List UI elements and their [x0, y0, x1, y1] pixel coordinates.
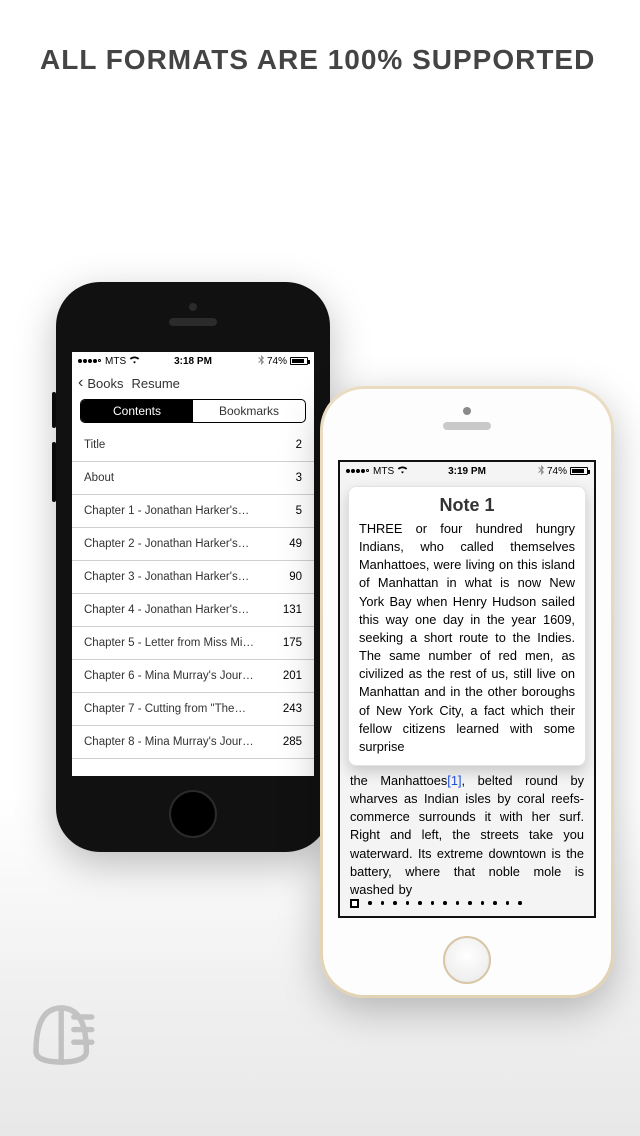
bluetooth-icon — [258, 355, 264, 368]
device-earpiece — [443, 422, 491, 430]
device-earpiece — [169, 318, 217, 326]
device-camera — [463, 407, 471, 415]
clock-label: 3:19 PM — [448, 466, 486, 477]
toc-row[interactable]: Chapter 2 - Jonathan Harker's… 49 — [72, 528, 314, 561]
page-dot — [381, 901, 385, 905]
tab-bookmarks[interactable]: Bookmarks — [193, 400, 305, 422]
page-current-icon — [350, 899, 359, 908]
toc-label: Chapter 8 - Mina Murray's Jour… — [84, 736, 254, 748]
toc-page: 3 — [274, 472, 302, 484]
status-bar: MTS 3:19 PM 74% — [340, 462, 594, 480]
carrier-label: MTS — [373, 466, 394, 477]
toc-row[interactable]: Title 2 — [72, 429, 314, 462]
battery-percent: 74% — [267, 356, 287, 367]
status-bar: MTS 3:18 PM 74% — [72, 352, 314, 370]
table-of-contents: Title 2 About 3 Chapter 1 - Jonathan Harker'… — [72, 429, 314, 759]
toc-label: About — [84, 472, 114, 484]
battery-percent: 74% — [547, 466, 567, 477]
toc-row[interactable]: Chapter 6 - Mina Murray's Jour… 201 — [72, 660, 314, 693]
page-dot — [418, 901, 422, 905]
page-dot — [406, 901, 410, 905]
toc-page: 90 — [274, 571, 302, 583]
battery-icon — [290, 357, 308, 365]
toc-row[interactable]: About 3 — [72, 462, 314, 495]
toc-label: Chapter 4 - Jonathan Harker's… — [84, 604, 249, 616]
back-button[interactable]: Books — [87, 376, 123, 391]
toc-page: 49 — [274, 538, 302, 550]
toc-row[interactable]: Chapter 7 - Cutting from "The… 243 — [72, 693, 314, 726]
toc-row[interactable]: Chapter 3 - Jonathan Harker's… 90 — [72, 561, 314, 594]
segmented-control: Contents Bookmarks — [80, 399, 306, 423]
page-dot — [456, 901, 460, 905]
tab-contents[interactable]: Contents — [81, 400, 193, 422]
toc-label: Chapter 3 - Jonathan Harker's… — [84, 571, 249, 583]
toc-label: Title — [84, 439, 105, 451]
back-chevron-icon[interactable]: ‹ — [78, 375, 83, 391]
toc-page: 5 — [274, 505, 302, 517]
app-logo-icon — [18, 981, 108, 1076]
screen-a: MTS 3:18 PM 74% ‹ Books Resume Contents … — [72, 352, 314, 776]
phone-mockup-gold: MTS 3:19 PM 74% Note 1 THREE or four hun… — [320, 386, 614, 998]
home-button[interactable] — [443, 936, 491, 984]
toc-page: 243 — [274, 703, 302, 715]
signal-dots-icon — [346, 466, 370, 477]
toc-page: 2 — [274, 439, 302, 451]
toc-row[interactable]: Chapter 5 - Letter from Miss Mi… 175 — [72, 627, 314, 660]
toc-label: Chapter 2 - Jonathan Harker's… — [84, 538, 249, 550]
page-dot — [481, 901, 485, 905]
page-dot — [368, 901, 372, 905]
page-dot — [468, 901, 472, 905]
page-indicator[interactable] — [350, 896, 584, 910]
home-button[interactable] — [169, 790, 217, 838]
toc-row[interactable]: Chapter 8 - Mina Murray's Jour… 285 — [72, 726, 314, 759]
carrier-label: MTS — [105, 356, 126, 367]
page-dot — [431, 901, 435, 905]
clock-label: 3:18 PM — [174, 356, 212, 367]
toc-label: Chapter 7 - Cutting from "The… — [84, 703, 246, 715]
toc-page: 131 — [274, 604, 302, 616]
device-camera — [189, 303, 197, 311]
footnote-ref-link[interactable]: [1] — [447, 773, 461, 788]
toc-row[interactable]: Chapter 4 - Jonathan Harker's… 131 — [72, 594, 314, 627]
toc-label: Chapter 1 - Jonathan Harker's… — [84, 505, 249, 517]
marketing-headline: ALL FORMATS ARE 100% SUPPORTED — [40, 44, 600, 76]
page-dot — [443, 901, 447, 905]
signal-dots-icon — [78, 356, 102, 367]
page-dot — [393, 901, 397, 905]
note-body: THREE or four hundred hungry Indians, wh… — [359, 520, 575, 756]
note-popover: Note 1 THREE or four hundred hungry Indi… — [348, 486, 586, 766]
battery-icon — [570, 467, 588, 475]
reader-text-pre: the Manhattoes — [350, 773, 447, 788]
phone-mockup-black: MTS 3:18 PM 74% ‹ Books Resume Contents … — [56, 282, 330, 852]
toc-label: Chapter 6 - Mina Murray's Jour… — [84, 670, 254, 682]
toc-label: Chapter 5 - Letter from Miss Mi… — [84, 637, 254, 649]
nav-title: Resume — [131, 376, 179, 391]
page-dot — [518, 901, 522, 905]
toc-page: 201 — [274, 670, 302, 682]
toc-page: 285 — [274, 736, 302, 748]
note-title: Note 1 — [359, 495, 575, 516]
wifi-icon — [397, 465, 408, 477]
reader-text-post: , belted round by wharves as Indian isle… — [350, 773, 584, 897]
reader-text: the Manhattoes[1], belted round by wharv… — [350, 772, 584, 899]
screen-b: MTS 3:19 PM 74% Note 1 THREE or four hun… — [338, 460, 596, 918]
toc-row[interactable]: Chapter 1 - Jonathan Harker's… 5 — [72, 495, 314, 528]
page-dot — [493, 901, 497, 905]
wifi-icon — [129, 355, 140, 367]
toc-page: 175 — [274, 637, 302, 649]
nav-bar: ‹ Books Resume — [72, 370, 314, 396]
bluetooth-icon — [538, 465, 544, 478]
page-dot — [506, 901, 510, 905]
